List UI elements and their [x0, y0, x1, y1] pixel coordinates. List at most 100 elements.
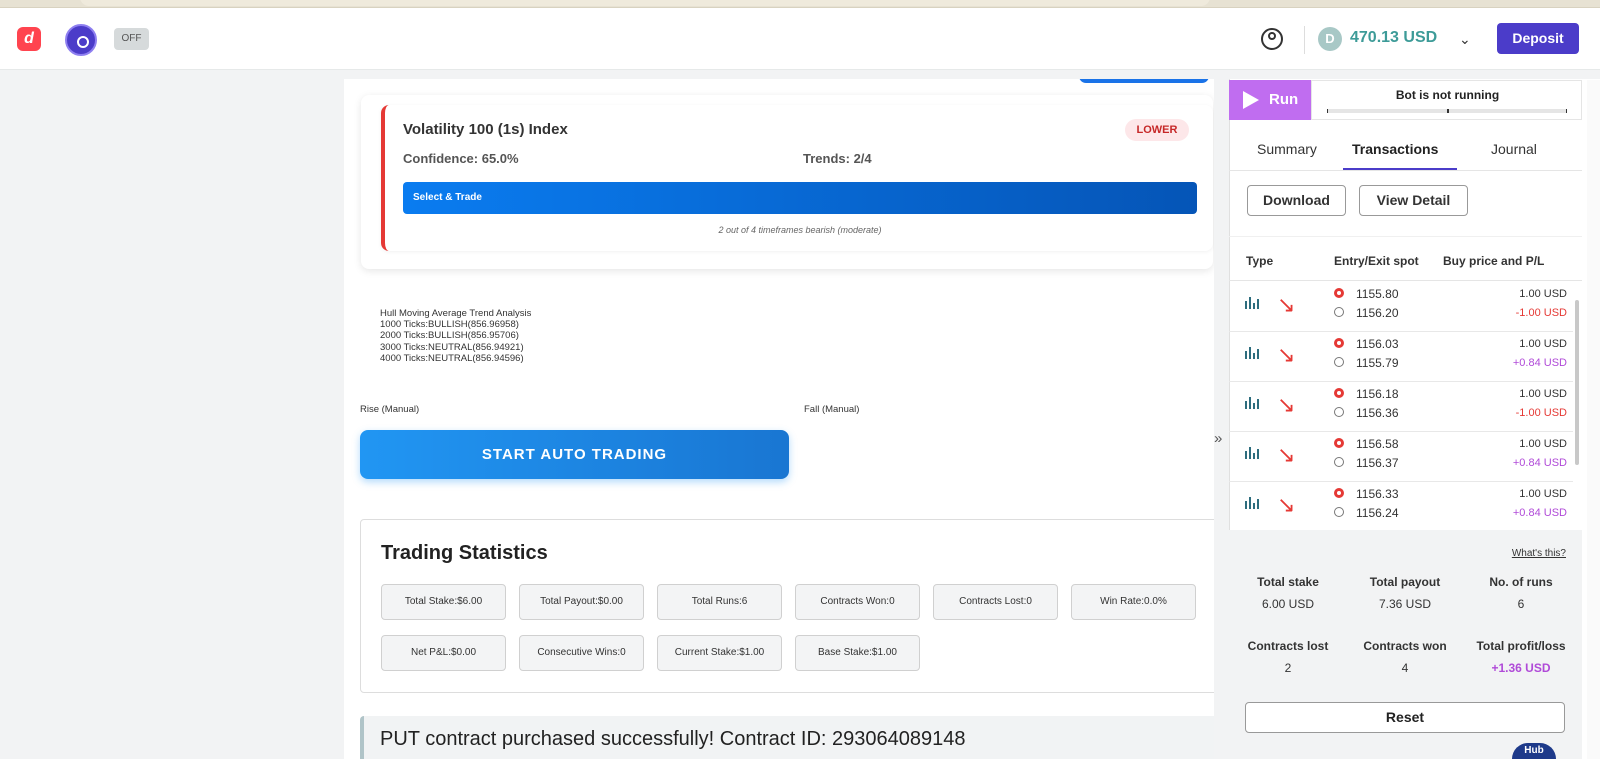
- stat-win-rate: Win Rate:0.0%: [1071, 584, 1196, 620]
- buy-price: 1.00 USD: [1519, 388, 1567, 400]
- trends-text: Trends: 2/4: [803, 151, 872, 166]
- reset-button[interactable]: Reset: [1245, 702, 1565, 733]
- exit-spot: 1156.37: [1356, 456, 1399, 470]
- signal-title: Volatility 100 (1s) Index: [403, 121, 568, 138]
- tab-transactions[interactable]: Transactions: [1352, 141, 1438, 157]
- buy-price: 1.00 USD: [1519, 488, 1567, 500]
- deposit-button[interactable]: Deposit: [1497, 23, 1579, 54]
- stat-total-runs: Total Runs:6: [657, 584, 782, 620]
- stat-consecutive-wins: Consecutive Wins:0: [519, 635, 644, 671]
- entry-spot: 1156.58: [1356, 437, 1399, 451]
- main-content: Volatility 100 (1s) Index LOWER Confiden…: [344, 79, 1214, 759]
- transaction-row[interactable]: ↘ 1156.33 1156.24 1.00 USD +0.84 USD: [1229, 483, 1573, 532]
- transaction-row[interactable]: ↘ 1156.18 1156.36 1.00 USD -1.00 USD: [1229, 383, 1573, 432]
- signal-note: 2 out of 4 timeframes bearish (moderate): [718, 225, 882, 235]
- total-stake-value: 6.00 USD: [1261, 597, 1315, 611]
- profit-loss: +0.84 USD: [1512, 457, 1567, 469]
- profit-loss: +0.84 USD: [1512, 507, 1567, 519]
- entry-spot-icon: [1334, 338, 1344, 348]
- browser-tab-strip: [0, 0, 1600, 8]
- entry-spot-icon: [1334, 488, 1344, 498]
- select-trade-button[interactable]: Select & Trade: [403, 182, 1197, 214]
- entry-spot: 1156.33: [1356, 487, 1399, 501]
- exit-spot: 1156.24: [1356, 506, 1399, 520]
- stat-net-pl: Net P&L:$0.00: [381, 635, 506, 671]
- direction-badge: LOWER: [1125, 119, 1189, 141]
- panel-scrollbar[interactable]: [1587, 80, 1600, 759]
- transaction-row[interactable]: ↘ 1155.80 1156.20 1.00 USD -1.00 USD: [1229, 283, 1573, 332]
- hull-line: 4000 Ticks:NEUTRAL(856.94596): [380, 352, 524, 364]
- app-header: d OFF D 470.13 USD ⌄ Deposit: [0, 8, 1600, 70]
- browser-address-bar[interactable]: [80, 0, 1210, 6]
- hull-line: 1000 Ticks:BULLISH(856.96958): [380, 319, 519, 331]
- contract-type-icon: [1245, 297, 1261, 311]
- col-type: Type: [1246, 254, 1274, 268]
- runs-value: 6: [1517, 597, 1525, 611]
- transactions-header: Type Entry/Exit spot Buy price and P/L: [1229, 236, 1582, 281]
- stats-title: Trading Statistics: [381, 542, 548, 564]
- exit-spot: 1156.20: [1356, 306, 1399, 320]
- total-pl-value: +1.36 USD: [1491, 661, 1551, 675]
- exit-spot-icon: [1334, 307, 1344, 317]
- arrow-down-right-icon: ↘: [1277, 342, 1296, 367]
- view-detail-button[interactable]: View Detail: [1359, 185, 1468, 216]
- top-action-button[interactable]: [1079, 79, 1209, 83]
- hull-line: 2000 Ticks:BULLISH(856.95706): [380, 330, 519, 342]
- contract-type-icon: [1245, 497, 1261, 511]
- chevron-down-icon[interactable]: ⌄: [1459, 31, 1471, 48]
- exit-spot-icon: [1334, 357, 1344, 367]
- help-chat-button[interactable]: Hub: [1512, 743, 1556, 759]
- header-divider: [1304, 26, 1305, 54]
- exit-spot: 1155.79: [1356, 356, 1399, 370]
- contracts-won-label: Contracts won: [1363, 639, 1447, 653]
- entry-spot: 1156.18: [1356, 387, 1399, 401]
- contract-type-icon: [1245, 447, 1261, 461]
- whats-this-link[interactable]: What's this?: [1512, 548, 1566, 559]
- hull-line: 3000 Ticks:NEUTRAL(856.94921): [380, 341, 524, 353]
- transactions-summary: What's this? Total stake 6.00 USD Total …: [1229, 530, 1582, 759]
- download-button[interactable]: Download: [1247, 185, 1346, 216]
- tab-journal[interactable]: Journal: [1491, 141, 1537, 157]
- trading-statistics-panel: Trading Statistics Total Stake:$6.00 Tot…: [360, 519, 1214, 693]
- contract-type-icon: [1245, 347, 1261, 361]
- stat-total-payout: Total Payout:$0.00: [519, 584, 644, 620]
- contracts-lost-label: Contracts lost: [1247, 639, 1329, 653]
- col-buy-pl: Buy price and P/L: [1443, 254, 1545, 268]
- tab-summary[interactable]: Summary: [1257, 141, 1317, 157]
- exit-spot: 1156.36: [1356, 406, 1399, 420]
- contracts-lost-value: 2: [1284, 661, 1292, 675]
- account-balance[interactable]: 470.13 USD: [1350, 29, 1437, 47]
- total-payout-value: 7.36 USD: [1378, 597, 1432, 611]
- entry-spot: 1155.80: [1356, 287, 1399, 301]
- transactions-scrollbar[interactable]: [1575, 300, 1579, 465]
- arrow-down-right-icon: ↘: [1277, 492, 1296, 517]
- contracts-won-value: 4: [1401, 661, 1409, 675]
- arrow-down-right-icon: ↘: [1277, 442, 1296, 467]
- bot-progress-bar: [1327, 109, 1567, 113]
- buy-price: 1.00 USD: [1519, 288, 1567, 300]
- stat-contracts-lost: Contracts Lost:0: [933, 584, 1058, 620]
- bot-status-box: Bot is not running: [1311, 80, 1582, 120]
- account-icon[interactable]: [1261, 28, 1283, 50]
- collapse-panel-icon[interactable]: »: [1214, 430, 1222, 447]
- off-toggle[interactable]: OFF: [114, 28, 149, 50]
- start-auto-trading-button[interactable]: START AUTO TRADING: [360, 430, 789, 479]
- transaction-row[interactable]: ↘ 1156.58 1156.37 1.00 USD +0.84 USD: [1229, 433, 1573, 482]
- rise-manual-label: Rise (Manual): [360, 404, 420, 415]
- deriv-logo[interactable]: d: [17, 27, 41, 51]
- success-message: PUT contract purchased successfully! Con…: [380, 728, 966, 750]
- transaction-row[interactable]: ↘ 1156.03 1155.79 1.00 USD +0.84 USD: [1229, 333, 1573, 382]
- profit-loss: +0.84 USD: [1512, 357, 1567, 369]
- currency-icon: D: [1318, 27, 1342, 51]
- success-banner: PUT contract purchased successfully! Con…: [360, 716, 1214, 759]
- bot-builder-icon[interactable]: [65, 24, 97, 56]
- fall-manual-label: Fall (Manual): [804, 404, 860, 415]
- contract-type-icon: [1245, 397, 1261, 411]
- entry-spot-icon: [1334, 438, 1344, 448]
- confidence-text: Confidence: 65.0%: [403, 151, 519, 166]
- active-tab-indicator: [1343, 168, 1457, 170]
- stat-contracts-won: Contracts Won:0: [795, 584, 920, 620]
- exit-spot-icon: [1334, 407, 1344, 417]
- run-button[interactable]: Run: [1229, 80, 1311, 120]
- stat-base-stake: Base Stake:$1.00: [795, 635, 920, 671]
